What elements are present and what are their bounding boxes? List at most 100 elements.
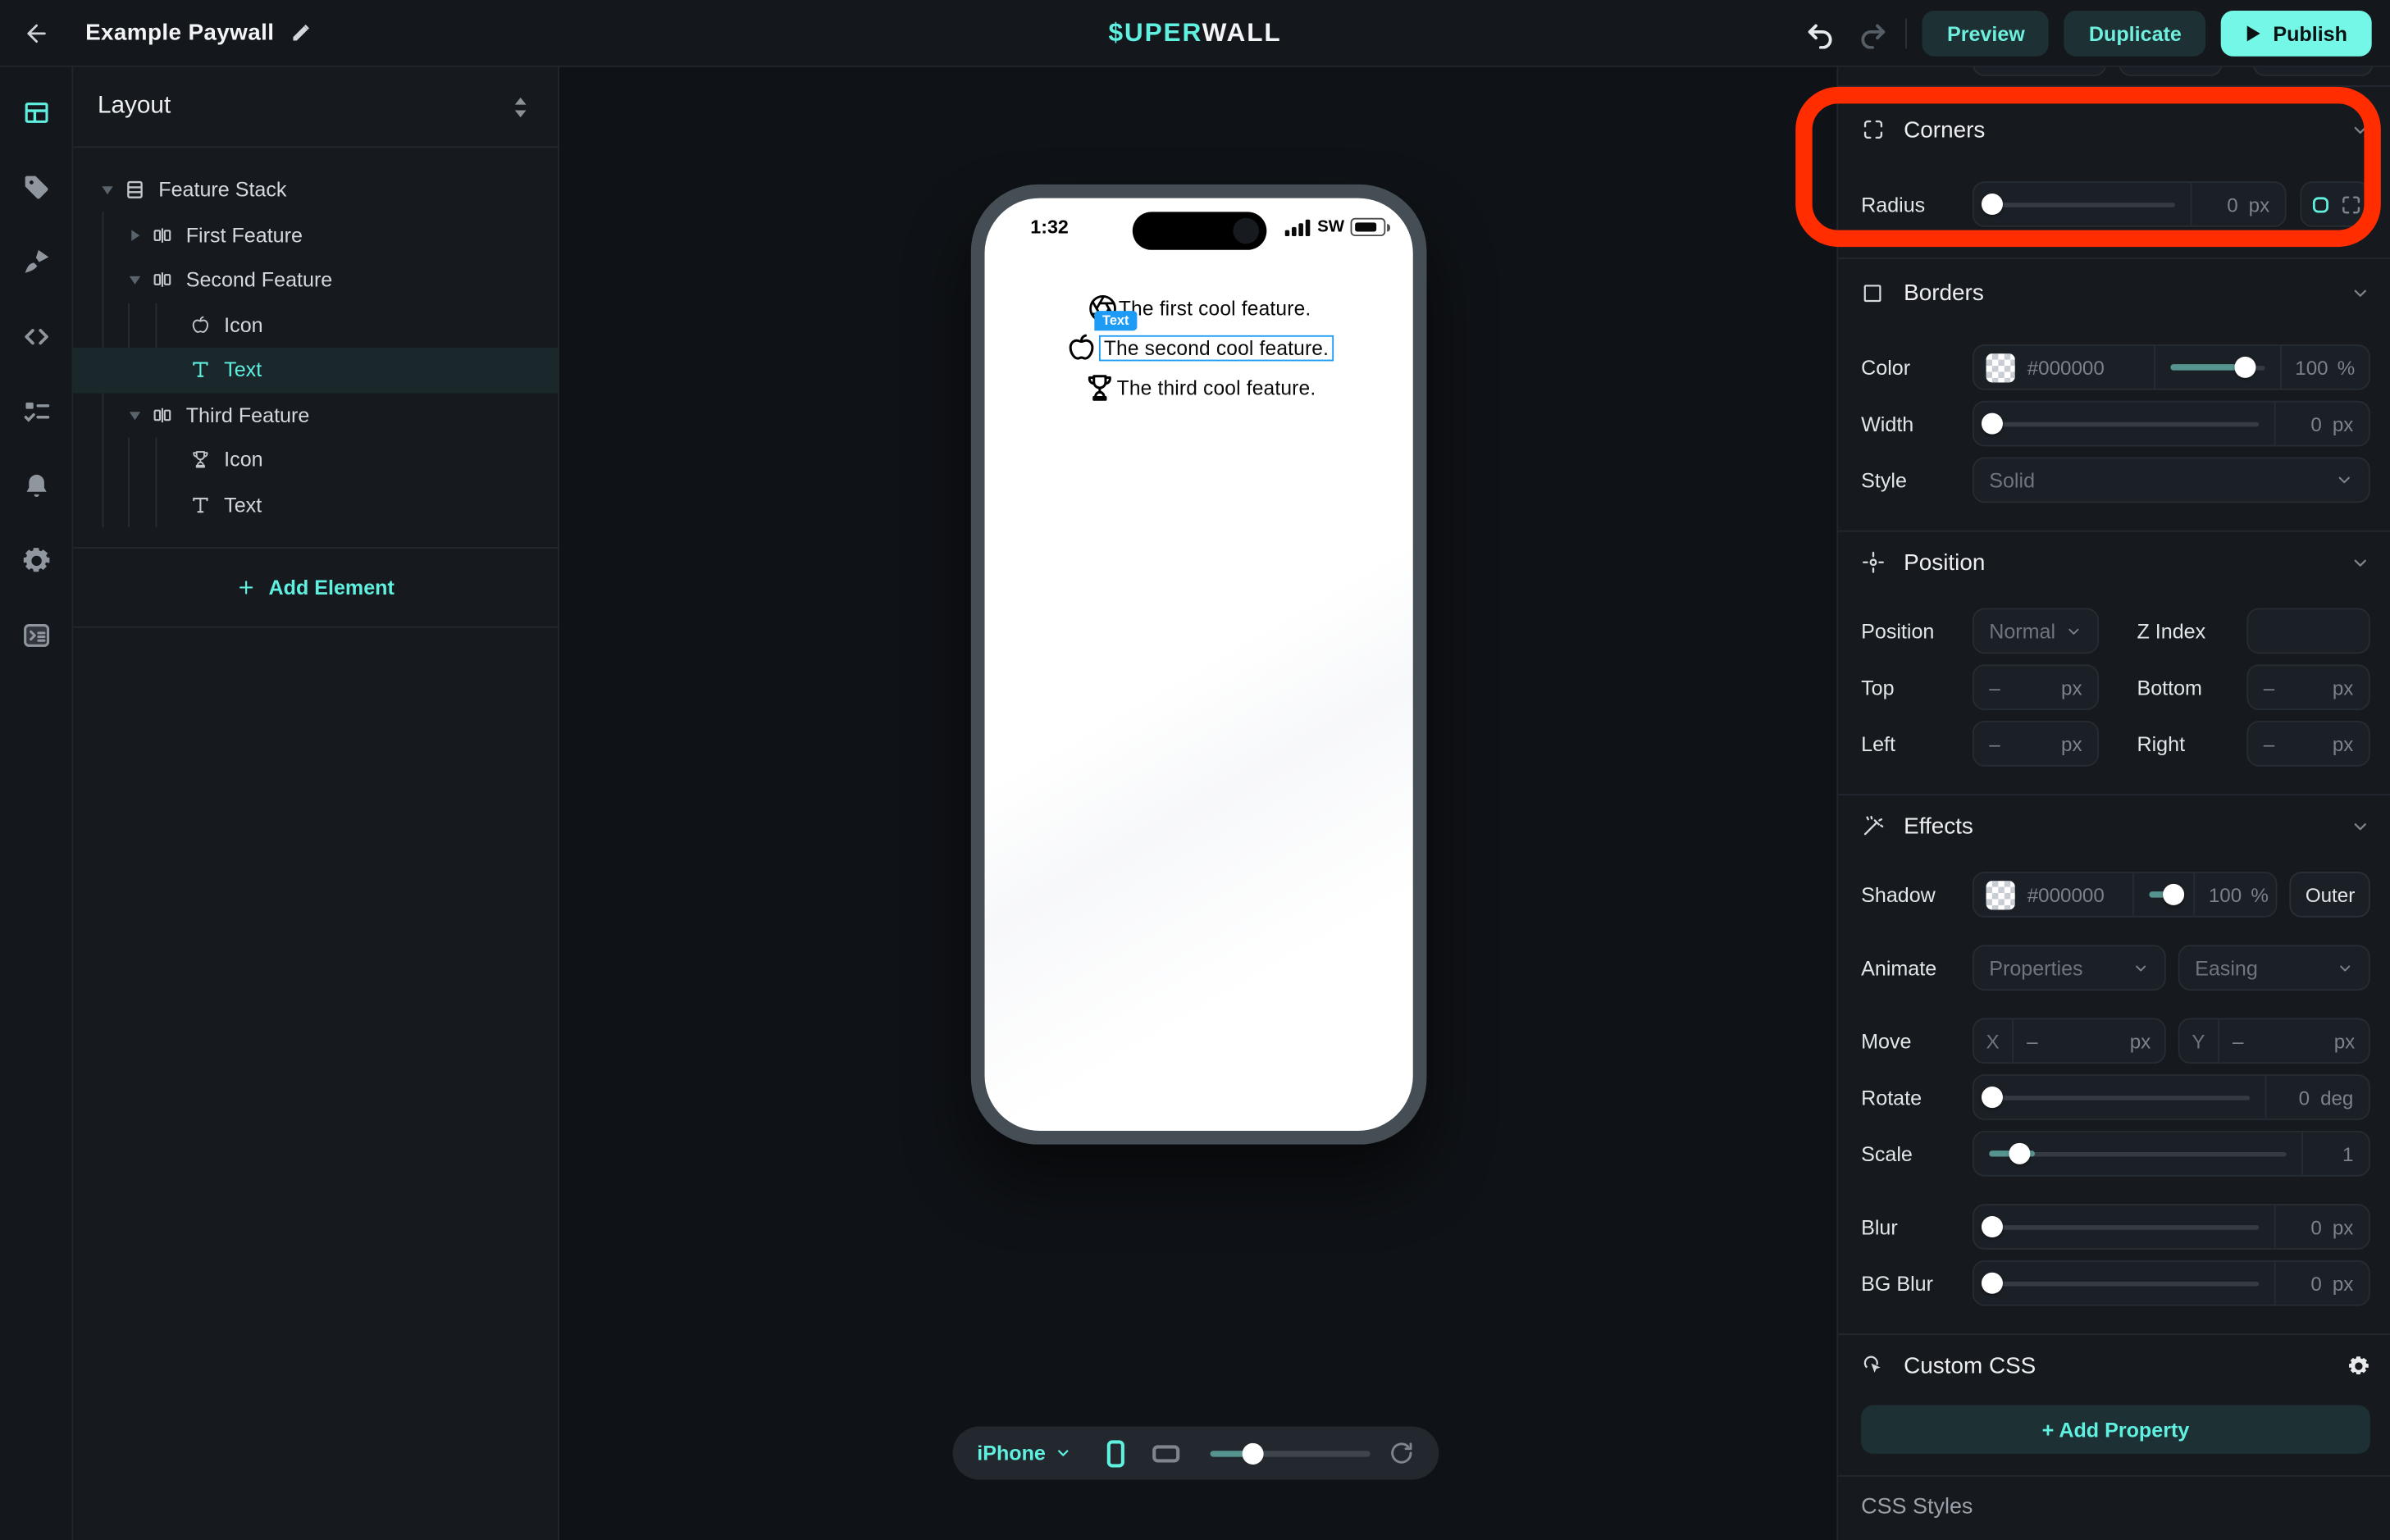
canvas-zoom-slider[interactable]: [1211, 1442, 1371, 1464]
rail-item-rules[interactable]: [8, 384, 63, 439]
layout-icon: [21, 98, 51, 128]
back-arrow-icon: [23, 19, 50, 46]
add-element-button[interactable]: Add Element: [73, 549, 558, 628]
position-mode-select[interactable]: Normal: [1973, 608, 2099, 654]
move-x-input[interactable]: X –px: [1973, 1018, 2166, 1064]
slider-thumb[interactable]: [1243, 1442, 1264, 1464]
bg-blur-slider[interactable]: [1974, 1262, 2274, 1305]
move-y-input[interactable]: Y –px: [2178, 1018, 2370, 1064]
feature-text[interactable]: The second cool feature.: [1099, 335, 1333, 361]
effects-header[interactable]: Effects: [1861, 808, 2370, 845]
caret-down-icon[interactable]: [94, 183, 119, 197]
caret-down-icon[interactable]: [122, 273, 147, 287]
tree-item-text[interactable]: Text: [73, 482, 558, 527]
refresh-icon[interactable]: [1389, 1440, 1415, 1466]
preview-button[interactable]: Preview: [1922, 11, 2049, 57]
border-style-select[interactable]: Solid: [1973, 458, 2370, 503]
carrier-label: SW: [1317, 218, 1344, 236]
feature-row-3[interactable]: The third cool feature.: [1082, 371, 1316, 406]
left-input[interactable]: – px: [1973, 721, 2099, 767]
rail-item-theme[interactable]: [8, 235, 63, 289]
status-time: 1:32: [1030, 216, 1069, 238]
custom-css-settings-button[interactable]: [2347, 1354, 2370, 1377]
tree-item-icon-trophy[interactable]: Icon: [73, 437, 558, 482]
chevron-down-icon[interactable]: [2351, 283, 2370, 303]
tree-item-label: Icon: [224, 313, 262, 336]
rail-item-notifications[interactable]: [8, 458, 63, 513]
uniform-radius-icon[interactable]: [2309, 193, 2332, 216]
move-row: Move X –px Y –px: [1861, 1018, 2370, 1064]
corners-header[interactable]: Corners: [1861, 112, 2370, 148]
add-property-button[interactable]: + Add Property: [1861, 1405, 2370, 1453]
radius-mode-toggle[interactable]: [2300, 181, 2369, 227]
device-label: iPhone: [977, 1442, 1046, 1465]
top-input[interactable]: – px: [1973, 664, 2099, 710]
sort-icon[interactable]: [511, 95, 531, 118]
scale-slider[interactable]: [1974, 1132, 2302, 1175]
shadow-hex-value[interactable]: #000000: [2027, 883, 2105, 906]
undo-button[interactable]: [1802, 16, 1839, 52]
borders-header[interactable]: Borders: [1861, 275, 2370, 312]
tree-item-second-feature[interactable]: Second Feature: [73, 257, 558, 303]
chevron-down-icon[interactable]: [2351, 120, 2370, 139]
settings-gear-icon: [21, 545, 51, 576]
caret-down-icon[interactable]: [122, 408, 147, 422]
device-selector[interactable]: iPhone: [977, 1442, 1071, 1465]
duplicate-button[interactable]: Duplicate: [2064, 11, 2205, 57]
border-width-slider[interactable]: [1974, 403, 2274, 445]
rotate-slider[interactable]: [1974, 1076, 2265, 1119]
shadow-opacity-slider[interactable]: [2132, 873, 2193, 916]
landscape-orientation-icon[interactable]: [1149, 1437, 1183, 1470]
radius-value[interactable]: 0: [2227, 193, 2237, 216]
bell-icon: [21, 471, 51, 501]
custom-css-header[interactable]: Custom CSS: [1861, 1347, 2370, 1384]
empty-value: –: [1989, 676, 2000, 699]
shadow-opacity-value[interactable]: 100: [2209, 883, 2242, 906]
chevron-down-icon[interactable]: [2351, 553, 2370, 572]
tree-item-icon-apple[interactable]: Icon: [73, 303, 558, 348]
phone-screen[interactable]: 1:32 SW The first cool feature.: [985, 198, 1413, 1131]
animate-easing-select[interactable]: Easing: [2178, 945, 2370, 991]
caret-right-icon[interactable]: [122, 228, 147, 242]
canvas[interactable]: 1:32 SW The first cool feature.: [559, 67, 1836, 1540]
scale-value[interactable]: 1: [2342, 1142, 2353, 1165]
shadow-color-swatch[interactable]: [1986, 880, 2015, 909]
feature-row-2-selected[interactable]: Text The second cool feature.: [1065, 330, 1334, 365]
border-style-value: Solid: [1989, 468, 2035, 491]
rotate-control: 0 deg: [1973, 1074, 2370, 1120]
position-header[interactable]: Position: [1861, 544, 2370, 581]
rail-item-products[interactable]: [8, 160, 63, 215]
rail-item-layout[interactable]: [8, 85, 63, 140]
chevron-down-icon: [2335, 471, 2353, 489]
publish-button[interactable]: Publish: [2221, 11, 2372, 57]
rail-item-settings[interactable]: [8, 533, 63, 588]
back-button[interactable]: [0, 0, 73, 66]
rename-button[interactable]: [290, 22, 311, 43]
border-width-value[interactable]: 0: [2310, 412, 2321, 435]
tree-item-text-selected[interactable]: Text: [73, 348, 558, 393]
rail-item-console[interactable]: [8, 608, 63, 663]
portrait-orientation-icon[interactable]: [1099, 1437, 1133, 1470]
z-index-input[interactable]: [2246, 608, 2370, 654]
tree-item-first-feature[interactable]: First Feature: [73, 212, 558, 257]
right-input[interactable]: – px: [2246, 721, 2370, 767]
shadow-mode-button[interactable]: Outer: [2290, 872, 2370, 918]
color-swatch[interactable]: [1986, 353, 2015, 381]
color-hex-value[interactable]: #000000: [2027, 356, 2105, 379]
bg-blur-value[interactable]: 0: [2310, 1272, 2321, 1295]
per-corner-radius-icon[interactable]: [2339, 193, 2362, 216]
tree-item-label: Feature Stack: [158, 179, 286, 202]
rail-item-code[interactable]: [8, 309, 63, 364]
rotate-value[interactable]: 0: [2299, 1086, 2310, 1109]
blur-slider[interactable]: [1974, 1205, 2274, 1248]
border-opacity-slider[interactable]: [2154, 346, 2280, 389]
tree-item-third-feature[interactable]: Third Feature: [73, 393, 558, 438]
blur-value[interactable]: 0: [2310, 1215, 2321, 1238]
animate-properties-select[interactable]: Properties: [1973, 945, 2166, 991]
chevron-down-icon[interactable]: [2351, 816, 2370, 836]
tree-item-feature-stack[interactable]: Feature Stack: [73, 167, 558, 212]
radius-slider[interactable]: [1974, 183, 2191, 226]
redo-button[interactable]: [1854, 16, 1891, 52]
bottom-input[interactable]: – px: [2246, 664, 2370, 710]
border-opacity-value[interactable]: 100: [2295, 356, 2328, 379]
